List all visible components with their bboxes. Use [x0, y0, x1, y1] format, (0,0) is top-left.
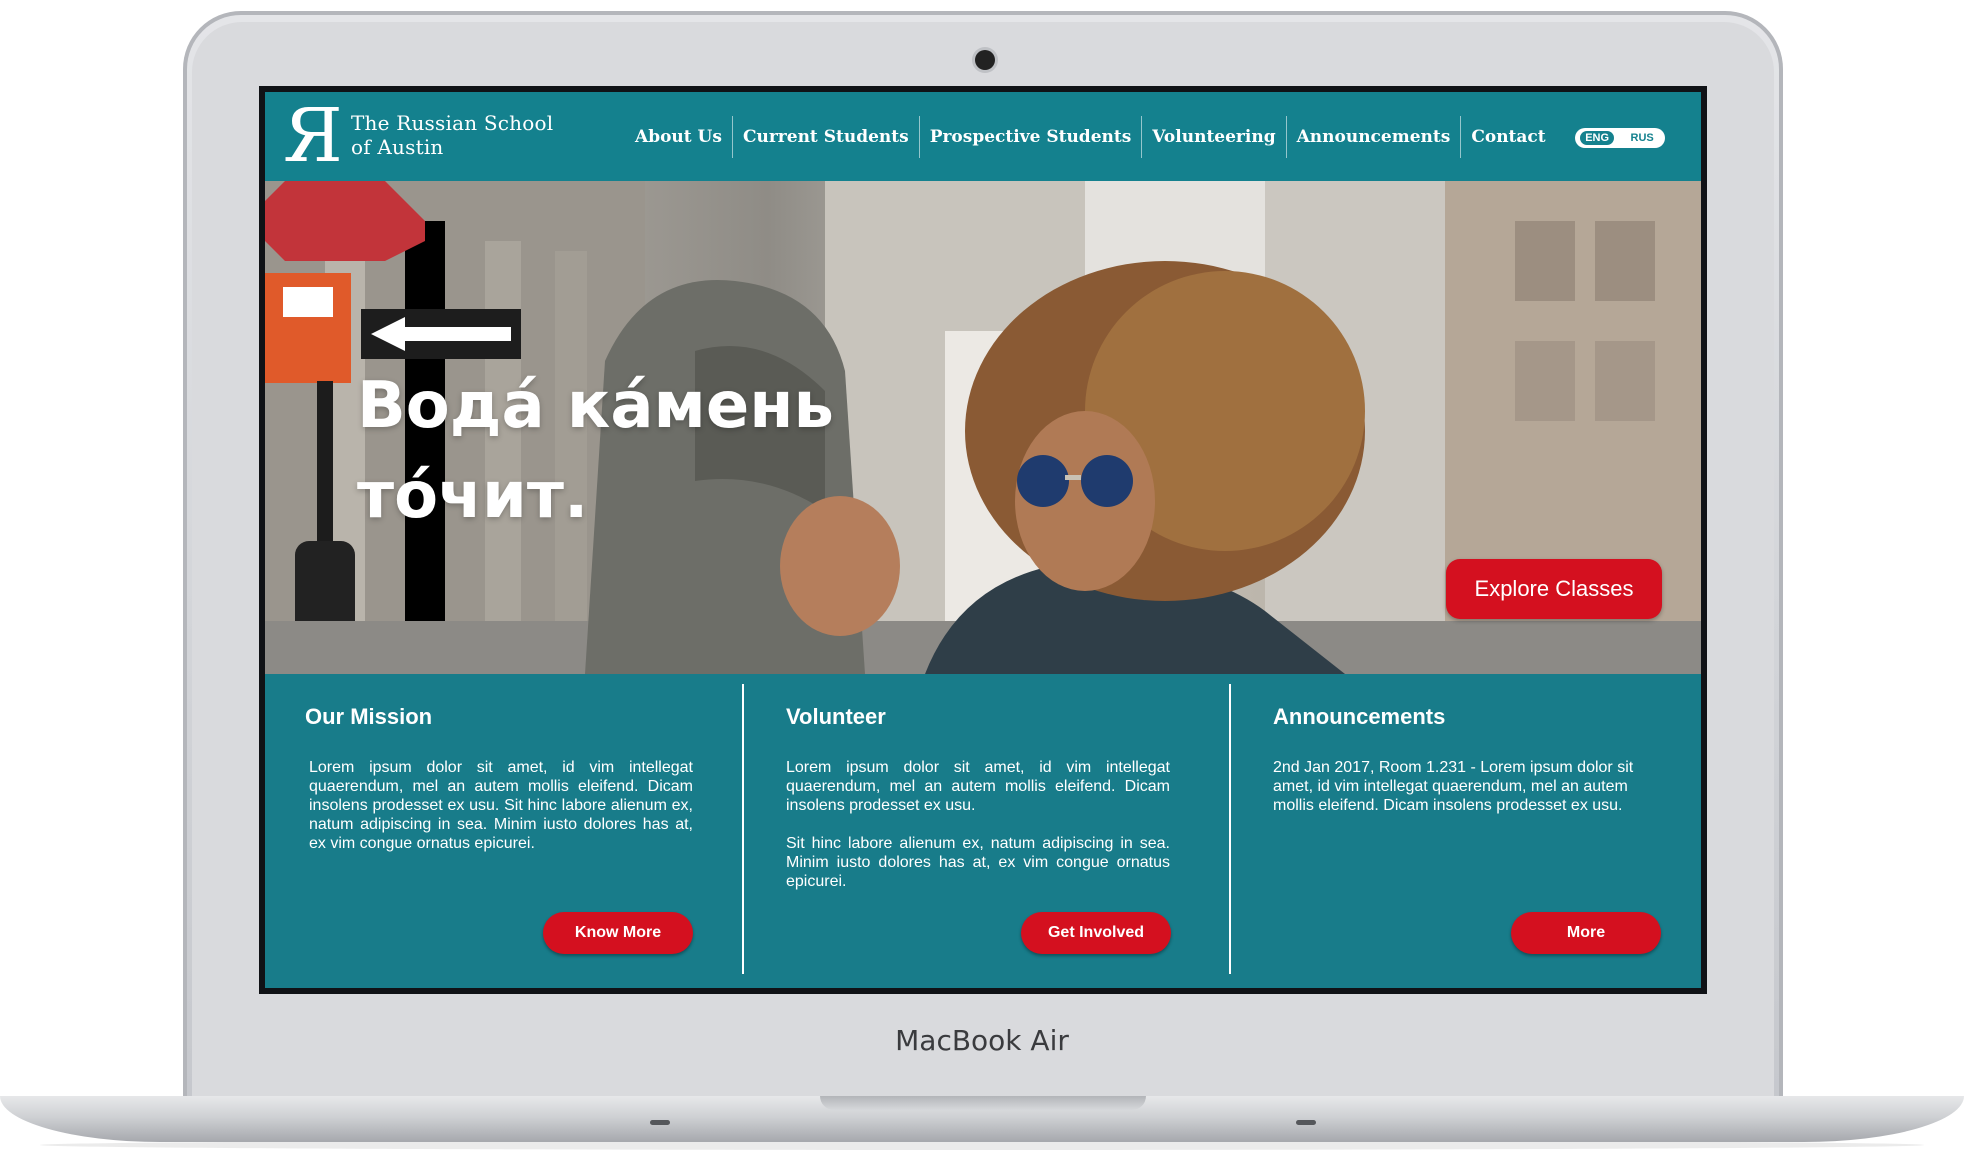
hero-headline-line-2: тóчит.	[357, 459, 589, 533]
window	[1515, 221, 1575, 301]
panel-paragraph: Lorem ipsum dolor sit amet, id vim intel…	[786, 759, 1170, 814]
lang-option-rus[interactable]: RUS	[1625, 131, 1660, 145]
language-toggle[interactable]: ENG RUS	[1575, 128, 1665, 148]
window	[1595, 341, 1655, 421]
device-brand-label: MacBook Air	[895, 1024, 1069, 1057]
logo-line-1: The Russian School	[351, 111, 554, 135]
nav-item-prospective-students[interactable]: Prospective Students	[918, 116, 1142, 158]
laptop-screen: Я The Russian School of Austin About Us …	[265, 92, 1701, 988]
info-panels: Our Mission Lorem ipsum dolor sit amet, …	[265, 674, 1701, 988]
sunglasses-icon	[1017, 455, 1069, 507]
panel-paragraph: 2nd Jan 2017, Room 1.231 - Lorem ipsum d…	[1273, 759, 1634, 814]
laptop-foot	[650, 1120, 670, 1125]
panel-body: Lorem ipsum dolor sit amet, id vim intel…	[309, 758, 693, 872]
street-sign-panel	[283, 287, 333, 317]
hero-headline: Водá кáмень тóчит.	[357, 361, 917, 541]
logo-line-2: of Austin	[351, 135, 444, 159]
nav-item-volunteering[interactable]: Volunteering	[1141, 116, 1285, 158]
site-logo-text[interactable]: The Russian School of Austin	[351, 111, 553, 159]
panel-paragraph: Lorem ipsum dolor sit amet, id vim intel…	[309, 759, 693, 852]
laptop-foot	[1296, 1120, 1316, 1125]
main-nav: About Us Current Students Prospective St…	[625, 116, 1556, 158]
window	[1515, 341, 1575, 421]
lang-option-eng[interactable]: ENG	[1580, 131, 1615, 145]
panel-volunteer: Volunteer Lorem ipsum dolor sit amet, id…	[744, 674, 1229, 988]
logo-mark[interactable]: Я	[283, 96, 343, 176]
more-button[interactable]: More	[1511, 912, 1661, 954]
panel-body: 2nd Jan 2017, Room 1.231 - Lorem ipsum d…	[1273, 758, 1663, 834]
laptop-base-notch	[820, 1096, 1146, 1110]
webcam-icon	[975, 50, 995, 70]
panel-paragraph: Sit hinc labore alienum ex, natum adipis…	[786, 835, 1170, 890]
window	[1595, 221, 1655, 301]
hero-headline-line-1: Водá кáмень	[357, 369, 834, 443]
know-more-button[interactable]: Know More	[543, 912, 693, 954]
panel-announcements: Announcements 2nd Jan 2017, Room 1.231 -…	[1231, 674, 1701, 988]
panel-title: Our Mission	[305, 704, 433, 729]
site-header: Я The Russian School of Austin About Us …	[265, 92, 1701, 181]
panel-body: Lorem ipsum dolor sit amet, id vim intel…	[786, 758, 1170, 910]
sunglasses-lens	[1081, 455, 1133, 507]
get-involved-button[interactable]: Get Involved	[1021, 912, 1171, 954]
explore-classes-button[interactable]: Explore Classes	[1446, 559, 1662, 619]
panel-title: Announcements	[1273, 704, 1446, 729]
panel-title: Volunteer	[786, 704, 886, 729]
hero-section: Водá кáмень тóчит. Explore Classes	[265, 181, 1701, 674]
nav-item-announcements[interactable]: Announcements	[1285, 116, 1461, 158]
nav-item-about-us[interactable]: About Us	[625, 116, 732, 158]
nav-item-contact[interactable]: Contact	[1460, 116, 1555, 158]
nav-item-current-students[interactable]: Current Students	[731, 116, 919, 158]
panel-our-mission: Our Mission Lorem ipsum dolor sit amet, …	[265, 674, 742, 988]
sunglasses-bridge	[1065, 475, 1081, 480]
